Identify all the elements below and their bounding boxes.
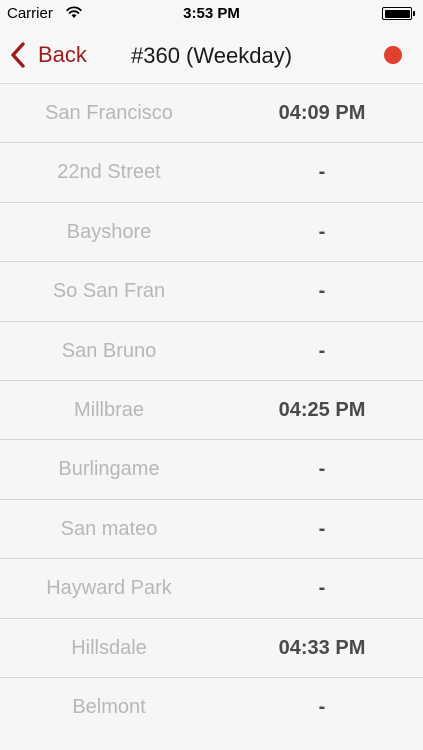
departure-time: - bbox=[318, 280, 326, 303]
schedule-row[interactable]: Bayshore - bbox=[0, 203, 423, 263]
schedule-list: San Francisco 04:09 PM 22nd Street - Bayshor… bbox=[0, 84, 423, 750]
stop-name: Bayshore bbox=[66, 220, 152, 243]
stop-name: So San Fran bbox=[52, 280, 166, 303]
schedule-row[interactable]: Millbrae 04:25 PM bbox=[0, 381, 423, 441]
chevron-left-icon bbox=[11, 42, 25, 68]
status-bar: Carrier 3:53 PM bbox=[0, 0, 423, 27]
stop-name: Burlingame bbox=[58, 458, 160, 481]
status-time: 3:53 PM bbox=[183, 5, 240, 22]
stop-name: Hayward Park bbox=[46, 577, 172, 600]
stop-name: Belmont bbox=[72, 695, 146, 718]
schedule-row[interactable]: Burlingame - bbox=[0, 440, 423, 500]
navigation-bar: Back #360 (Weekday) bbox=[0, 27, 423, 84]
page-title: #360 (Weekday) bbox=[131, 43, 293, 68]
schedule-row[interactable]: So San Fran - bbox=[0, 262, 423, 322]
stop-name: San Bruno bbox=[61, 339, 157, 362]
departure-time: 04:25 PM bbox=[278, 398, 366, 421]
battery-fill bbox=[384, 9, 410, 18]
departure-time: - bbox=[318, 517, 326, 540]
battery-tip bbox=[413, 11, 415, 16]
schedule-row[interactable]: San Francisco 04:09 PM bbox=[0, 84, 423, 144]
departure-time: 04:09 PM bbox=[278, 102, 366, 124]
departure-time: - bbox=[318, 577, 326, 600]
schedule-row[interactable]: San Bruno - bbox=[0, 322, 423, 381]
departure-time: 04:33 PM bbox=[278, 636, 366, 659]
battery-icon bbox=[382, 7, 412, 20]
schedule-row[interactable]: Belmont - bbox=[0, 678, 423, 737]
schedule-row[interactable]: San mateo - bbox=[0, 500, 423, 560]
departure-time: - bbox=[318, 458, 326, 481]
stop-name: Hillsdale bbox=[71, 636, 147, 659]
departure-time: - bbox=[318, 695, 326, 718]
back-label: Back bbox=[38, 42, 87, 67]
departure-time: - bbox=[318, 339, 326, 362]
stop-name: San mateo bbox=[60, 517, 158, 540]
schedule-row[interactable]: Hillsdale 04:33 PM bbox=[0, 619, 423, 678]
schedule-row[interactable]: Hayward Park - bbox=[0, 559, 423, 619]
schedule-row[interactable]: 22nd Street - bbox=[0, 143, 423, 203]
stop-name: Millbrae bbox=[73, 398, 145, 421]
departure-time: - bbox=[318, 220, 326, 243]
record-indicator-icon[interactable] bbox=[384, 46, 402, 64]
departure-time: - bbox=[318, 161, 326, 184]
stop-name: San Francisco bbox=[45, 102, 173, 124]
stop-name: 22nd Street bbox=[57, 161, 161, 184]
back-button[interactable]: Back bbox=[10, 39, 87, 71]
